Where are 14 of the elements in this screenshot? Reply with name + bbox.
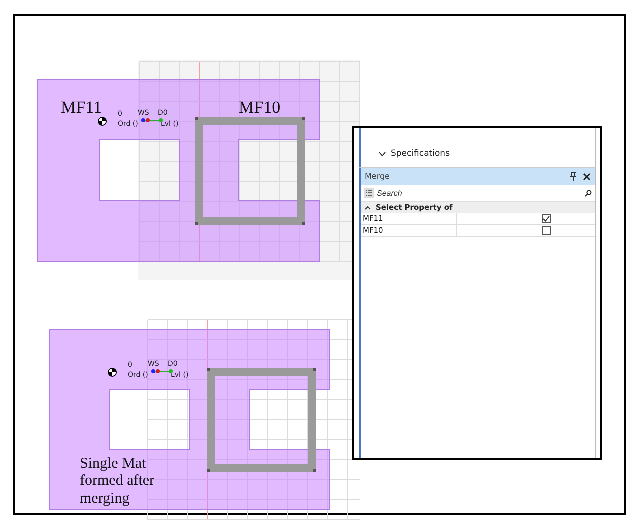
caption-text: Single Mat formed after merging — [80, 456, 156, 508]
checkbox[interactable] — [542, 226, 550, 235]
panel-title-text: Merge — [365, 172, 390, 181]
list-icon — [364, 188, 374, 198]
checkbox[interactable] — [542, 214, 550, 223]
mat-label: MF10 — [239, 98, 281, 118]
tree-item[interactable]: Specifications — [379, 149, 450, 159]
mat-label: MF11 — [61, 98, 102, 118]
pin-icon[interactable] — [570, 172, 577, 181]
close-icon[interactable] — [583, 172, 591, 180]
search-field[interactable]: Search — [377, 188, 582, 198]
origin-icon — [98, 117, 107, 126]
search-icon[interactable] — [585, 190, 592, 196]
origin-icon — [108, 368, 117, 377]
